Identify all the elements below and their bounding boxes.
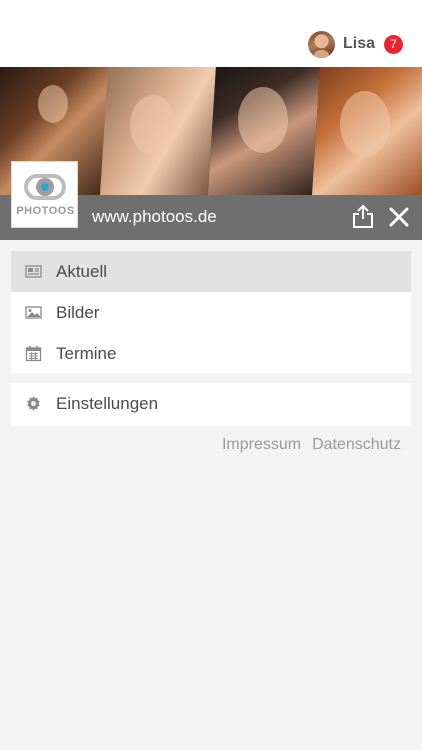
notification-badge[interactable]: 7 <box>384 34 403 54</box>
menu-item-label: Bilder <box>56 302 100 322</box>
user-avatar[interactable] <box>307 30 335 58</box>
logo-text: PHOTOOS <box>16 205 75 217</box>
header-photo-2 <box>100 67 216 195</box>
face-shape <box>38 85 68 123</box>
face-shape <box>340 91 390 157</box>
impressum-link[interactable]: Impressum <box>222 436 301 454</box>
top-bar: Lisa 7 <box>0 0 422 67</box>
logo-pupil-shape <box>41 183 49 191</box>
menu-item-termine[interactable]: Termine <box>11 333 411 374</box>
gear-icon <box>27 396 40 411</box>
menu-item-label: Aktuell <box>56 261 108 281</box>
settings-menu: Einstellungen <box>11 383 411 426</box>
header-photo-4 <box>312 67 422 195</box>
user-name[interactable]: Lisa <box>343 35 375 53</box>
main-menu: Aktuell Bilder Termine <box>11 251 411 373</box>
site-url-link[interactable]: www.photoos.de <box>92 207 217 227</box>
menu-item-bilder[interactable]: Bilder <box>11 292 411 333</box>
menu-item-einstellungen[interactable]: Einstellungen <box>11 383 411 424</box>
face-shape <box>238 87 288 153</box>
menu-item-label: Einstellungen <box>56 393 159 413</box>
header-photo-3 <box>208 67 320 195</box>
menu-item-aktuell[interactable]: Aktuell <box>11 251 411 292</box>
newspaper-icon <box>25 265 42 278</box>
user-profile[interactable]: Lisa 7 <box>307 30 403 58</box>
site-logo[interactable]: PHOTOOS <box>11 161 78 228</box>
share-icon[interactable] <box>352 204 374 228</box>
close-icon[interactable] <box>388 206 410 228</box>
face-shape <box>130 95 176 155</box>
menu-item-label: Termine <box>56 343 117 363</box>
datenschutz-link[interactable]: Datenschutz <box>312 436 401 454</box>
footer-links: Impressum Datenschutz <box>222 436 401 454</box>
calendar-icon <box>25 346 42 362</box>
image-icon <box>25 306 42 319</box>
